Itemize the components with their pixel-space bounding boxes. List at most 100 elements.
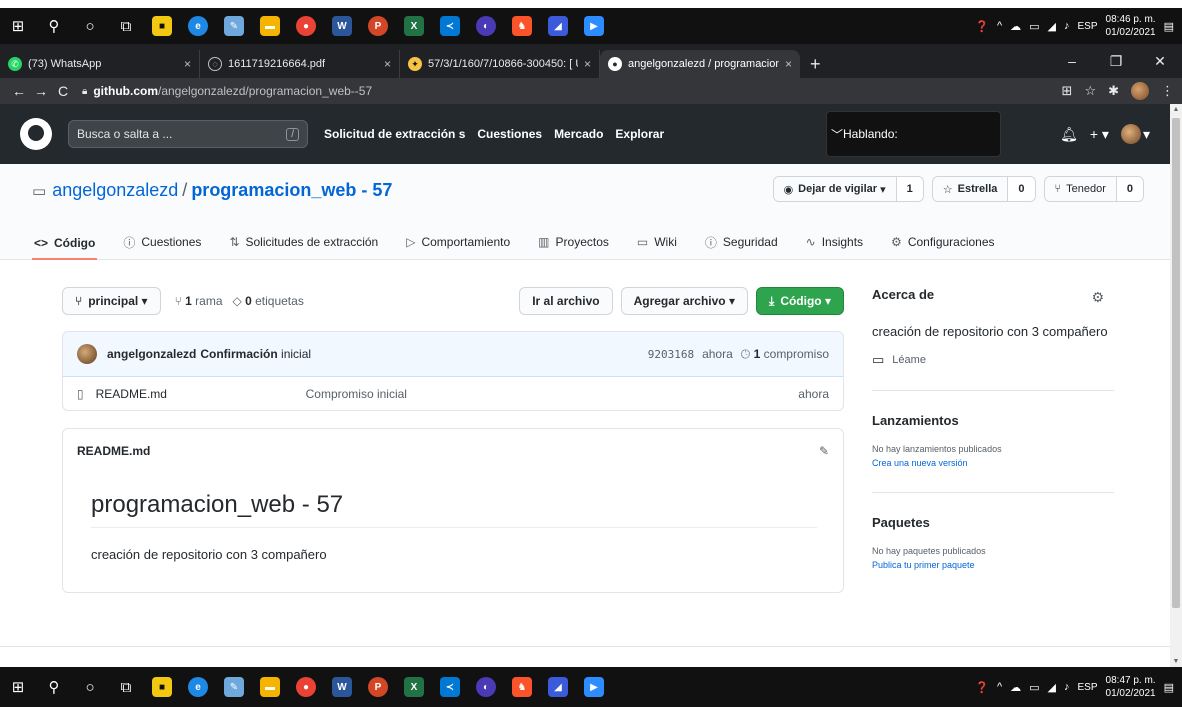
search-input[interactable]: Busca o salta a ... / xyxy=(68,120,308,148)
eclipse-icon[interactable]: ◐ xyxy=(472,675,500,699)
notifications-icon[interactable]: ▤ xyxy=(1164,20,1174,33)
cortana-icon[interactable]: ○ xyxy=(76,675,104,699)
add-file-button[interactable]: Agregar archivo ▾ xyxy=(620,287,748,315)
extensions-icon[interactable]: ✱ xyxy=(1108,83,1119,99)
close-icon[interactable]: × xyxy=(384,57,391,71)
chevron-up-icon[interactable]: ^ xyxy=(997,681,1002,693)
tab-code[interactable]: <> Código xyxy=(32,228,98,260)
task-view-icon[interactable]: ⧉ xyxy=(112,14,140,38)
go-to-file-button[interactable]: Ir al archivo xyxy=(519,287,613,315)
github-logo-icon[interactable] xyxy=(20,118,52,150)
lock-icon[interactable]: 🔒︎ xyxy=(82,86,87,97)
search-icon[interactable]: ⚲ xyxy=(40,675,68,699)
close-window-icon[interactable]: ✕ xyxy=(1138,53,1182,70)
language-indicator[interactable]: ESP xyxy=(1078,682,1098,693)
powerpoint-icon[interactable]: P xyxy=(364,14,392,38)
wifi-icon[interactable]: ◢ xyxy=(1048,681,1056,694)
publish-package-link[interactable]: Publica tu primer paquete xyxy=(872,558,1114,572)
tab-projects[interactable]: ▥ Proyectos xyxy=(536,228,611,256)
zoom-icon[interactable]: ▶ xyxy=(580,675,608,699)
watch-button[interactable]: ◉ Dejar de vigilar ▾ 1 xyxy=(772,176,924,202)
volume-icon[interactable]: ♪ xyxy=(1064,681,1070,693)
tags-link[interactable]: ◇ 0 etiquetas xyxy=(233,294,304,308)
bookmark-star-icon[interactable]: ☆ xyxy=(1084,83,1096,99)
repo-owner-link[interactable]: angelgonzalezd xyxy=(52,180,178,201)
excel-icon[interactable]: X xyxy=(400,675,428,699)
app-icon[interactable]: ◢ xyxy=(544,675,572,699)
chrome-icon[interactable]: ● xyxy=(292,675,320,699)
repo-name-link[interactable]: programacion_web - 57 xyxy=(191,180,392,201)
zoom-icon[interactable]: ▶ xyxy=(580,14,608,38)
watch-count[interactable]: 1 xyxy=(896,177,923,201)
store-icon[interactable]: ■ xyxy=(148,14,176,38)
battery-icon[interactable]: ▭ xyxy=(1029,681,1039,694)
file-commit-message[interactable]: Compromiso inicial xyxy=(306,387,407,401)
clock[interactable]: 08:46 p. m. 01/02/2021 xyxy=(1106,13,1156,39)
packages-title[interactable]: Paquetes xyxy=(872,515,1114,530)
network-icon[interactable]: ☁ xyxy=(1010,681,1021,694)
help-icon[interactable]: ❓ xyxy=(975,681,989,694)
readme-link[interactable]: ▭ Léame xyxy=(872,352,1114,368)
store-icon[interactable]: ■ xyxy=(148,675,176,699)
vscode-icon[interactable]: ≺ xyxy=(436,675,464,699)
reload-icon[interactable]: C xyxy=(52,83,74,99)
close-icon[interactable]: × xyxy=(184,57,191,71)
paint-icon[interactable]: ✎ xyxy=(220,675,248,699)
back-arrow-icon[interactable]: ← xyxy=(8,83,30,99)
nav-issues[interactable]: Cuestiones xyxy=(477,127,542,141)
commit-author[interactable]: angelgonzalezd xyxy=(107,347,196,361)
tab-pull-requests[interactable]: ⇅ Solicitudes de extracción xyxy=(227,228,380,256)
close-icon[interactable]: × xyxy=(584,57,591,71)
clock[interactable]: 08:47 p. m. 01/02/2021 xyxy=(1106,674,1156,700)
close-icon[interactable]: × xyxy=(785,57,792,71)
create-new-button[interactable]: + ▾ xyxy=(1090,126,1109,143)
excel-icon[interactable]: X xyxy=(400,14,428,38)
eclipse-icon[interactable]: ◐ xyxy=(472,14,500,38)
search-icon[interactable]: ⚲ xyxy=(40,14,68,38)
author-avatar[interactable] xyxy=(77,344,97,364)
word-icon[interactable]: W xyxy=(328,675,356,699)
pencil-icon[interactable]: ✎ xyxy=(819,444,829,458)
help-icon[interactable]: ❓ xyxy=(975,20,989,33)
commits-link[interactable]: 🕓︎ 1 compromiso xyxy=(741,347,829,362)
chevron-down-icon[interactable]: ﹀ xyxy=(831,126,843,143)
nav-explore[interactable]: Explorar xyxy=(615,127,664,141)
windows-start-icon[interactable]: ⊞ xyxy=(4,14,32,38)
nav-marketplace[interactable]: Mercado xyxy=(554,127,603,141)
browser-tab-pdf[interactable]: ◌ 1611719216664.pdf × xyxy=(200,50,400,78)
chrome-icon[interactable]: ● xyxy=(292,14,320,38)
wifi-icon[interactable]: ◢ xyxy=(1048,20,1056,33)
tab-security[interactable]: ⓘ Seguridad xyxy=(703,228,780,256)
fork-button[interactable]: ⑂ Tenedor 0 xyxy=(1043,176,1144,202)
tab-actions[interactable]: ▷ Comportamiento xyxy=(404,228,512,256)
vscode-icon[interactable]: ≺ xyxy=(436,14,464,38)
tab-wiki[interactable]: ▭ Wiki xyxy=(635,228,679,256)
file-explorer-icon[interactable]: ▬ xyxy=(256,14,284,38)
network-icon[interactable]: ☁ xyxy=(1010,20,1021,33)
branches-link[interactable]: ⑂ 1 rama xyxy=(175,294,223,308)
commit-sha[interactable]: 9203168 xyxy=(648,348,694,361)
star-button[interactable]: ☆ Estrella 0 xyxy=(931,176,1036,202)
battery-icon[interactable]: ▭ xyxy=(1029,20,1039,33)
restore-icon[interactable]: ❐ xyxy=(1094,53,1138,70)
commit-message[interactable]: inicial xyxy=(281,347,311,361)
page-scrollbar[interactable]: ▲ ▼ xyxy=(1170,104,1182,667)
windows-start-icon[interactable]: ⊞ xyxy=(4,675,32,699)
profile-avatar[interactable] xyxy=(1131,82,1149,100)
word-icon[interactable]: W xyxy=(328,14,356,38)
browser-tab-document[interactable]: ✦ 57/3/1/160/7/10866-300450: [ U × xyxy=(400,50,600,78)
tab-insights[interactable]: ∿ Insights xyxy=(804,228,865,256)
tab-issues[interactable]: ⓘ Cuestiones xyxy=(121,228,203,256)
file-name[interactable]: README.md xyxy=(96,387,306,401)
menu-kebab-icon[interactable]: ⋮ xyxy=(1161,83,1174,99)
releases-title[interactable]: Lanzamientos xyxy=(872,413,1114,428)
file-explorer-icon[interactable]: ▬ xyxy=(256,675,284,699)
notifications-icon[interactable]: ▤ xyxy=(1164,681,1174,694)
gear-icon[interactable]: ⚙ xyxy=(1091,289,1104,306)
fork-count[interactable]: 0 xyxy=(1116,177,1143,201)
new-tab-button[interactable]: + xyxy=(800,50,831,78)
paint-icon[interactable]: ✎ xyxy=(220,14,248,38)
brave-icon[interactable]: ♞ xyxy=(508,14,536,38)
minimize-icon[interactable]: – xyxy=(1050,53,1094,69)
tab-settings[interactable]: ⚙ Configuraciones xyxy=(889,228,996,256)
